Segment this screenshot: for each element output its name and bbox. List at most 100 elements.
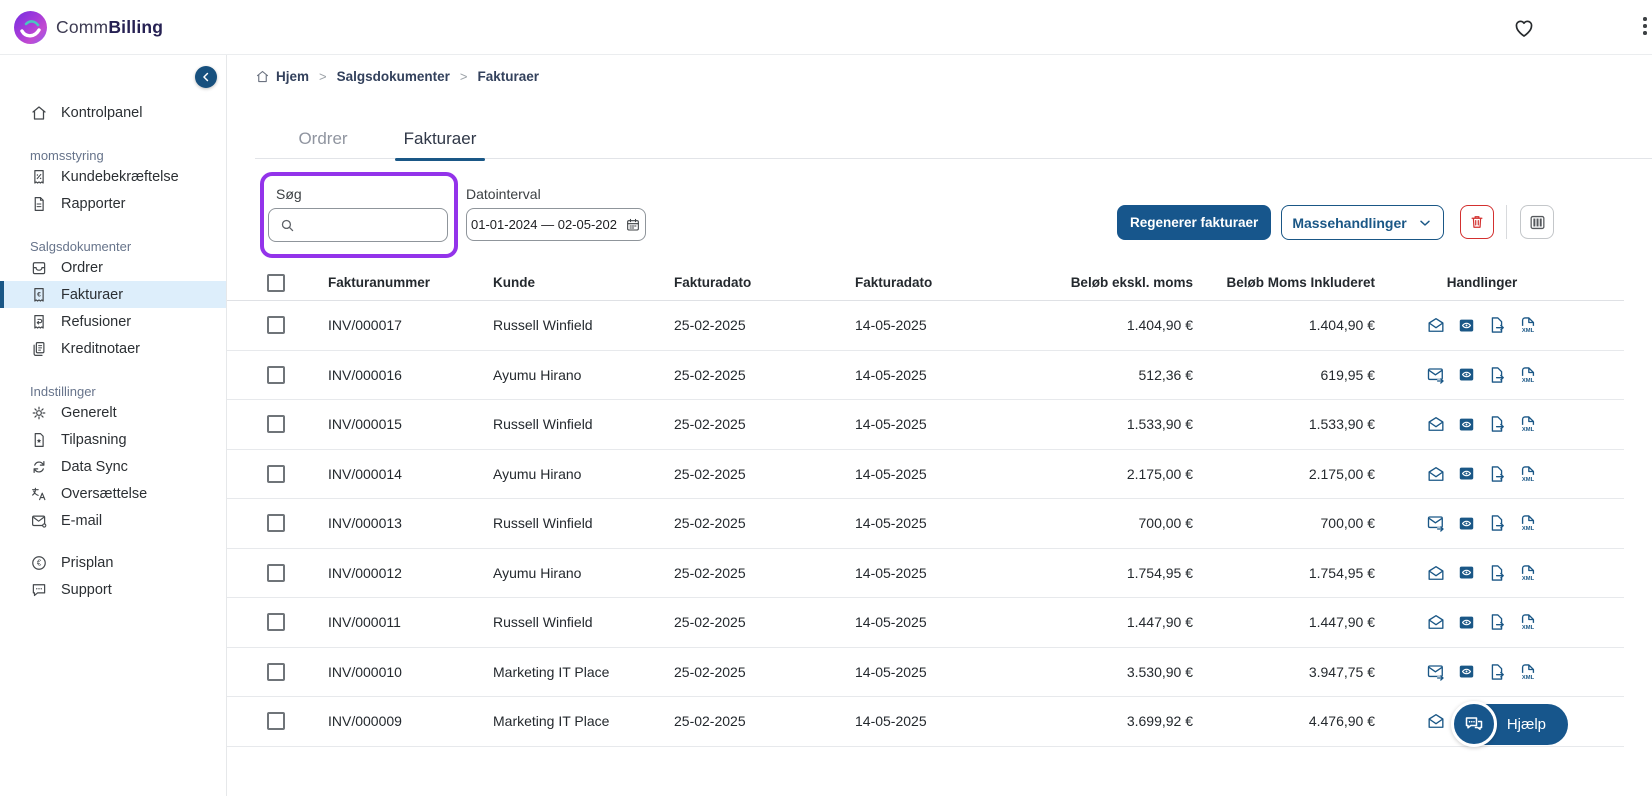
export-file-icon[interactable] — [1487, 563, 1507, 583]
sidebar-item-rapporter[interactable]: Rapporter — [0, 190, 226, 217]
column-settings-button[interactable] — [1520, 205, 1554, 239]
mail-sent-icon[interactable] — [1426, 365, 1446, 385]
sidebar-item-support[interactable]: Support — [0, 576, 226, 603]
invoice-euro-icon: € — [30, 286, 48, 304]
search-field[interactable] — [268, 208, 448, 242]
invoice-number: INV/000011 — [328, 614, 401, 631]
invoice-number: INV/000017 — [328, 317, 402, 334]
export-xml-icon[interactable]: XML — [1518, 662, 1538, 682]
sidebar-item-tilpasning[interactable]: Tilpasning — [0, 426, 226, 453]
row-checkbox[interactable] — [267, 662, 285, 681]
chat-bubbles-icon — [1450, 701, 1497, 747]
amount-incl-vat: 1.404,90 € — [1308, 317, 1375, 334]
invoice-number: INV/000016 — [328, 366, 402, 383]
export-xml-icon[interactable]: XML — [1518, 513, 1538, 533]
view-invoice-icon[interactable] — [1457, 415, 1476, 434]
mail-open-icon[interactable] — [1426, 711, 1446, 731]
sidebar-item-prisplan[interactable]: € Prisplan — [0, 549, 226, 576]
mail-sent-icon[interactable] — [1426, 662, 1446, 682]
row-checkbox[interactable] — [267, 316, 285, 335]
view-invoice-icon[interactable] — [1457, 563, 1476, 582]
invoice-date: 25-02-2025 — [674, 317, 746, 334]
export-file-icon[interactable] — [1487, 662, 1507, 682]
row-checkbox[interactable] — [267, 514, 285, 533]
bulk-actions-button[interactable]: Massehandlinger — [1281, 205, 1444, 240]
row-checkbox[interactable] — [267, 415, 285, 434]
export-xml-icon[interactable]: XML — [1518, 464, 1538, 484]
kebab-menu-icon[interactable] — [1642, 17, 1648, 38]
view-invoice-icon[interactable] — [1457, 662, 1476, 681]
sidebar-item-kontrolpanel[interactable]: Kontrolpanel — [0, 99, 226, 126]
customer-name: Russell Winfield — [493, 416, 593, 433]
export-xml-icon[interactable]: XML — [1518, 612, 1538, 632]
row-actions: XML — [1377, 612, 1587, 632]
sidebar-item-refusioner[interactable]: Refusioner — [0, 308, 226, 335]
table-row: INV/000016 Ayumu Hirano 25-02-2025 14-05… — [227, 351, 1624, 400]
column-header-beloeb-inkl: Beløb Moms Inkluderet — [1226, 275, 1375, 290]
select-all-checkbox[interactable] — [267, 273, 285, 292]
export-file-icon[interactable] — [1487, 414, 1507, 434]
export-file-icon[interactable] — [1487, 464, 1507, 484]
breadcrumb-salgsdokumenter[interactable]: Salgsdokumenter — [337, 69, 450, 84]
export-xml-icon[interactable]: XML — [1518, 315, 1538, 335]
mail-open-icon[interactable] — [1426, 464, 1446, 484]
orders-tray-icon — [30, 259, 48, 277]
row-checkbox[interactable] — [267, 613, 285, 632]
help-button[interactable]: Hjælp — [1450, 701, 1568, 747]
export-file-icon[interactable] — [1487, 365, 1507, 385]
view-invoice-icon[interactable] — [1457, 464, 1476, 483]
sidebar: Kontrolpanel momsstyring Kundebekræftels… — [0, 55, 227, 796]
sidebar-item-kreditnotaer[interactable]: Kreditnotaer — [0, 335, 226, 362]
sidebar-item-email[interactable]: E-mail — [0, 507, 226, 534]
mail-open-icon[interactable] — [1426, 315, 1446, 335]
sidebar-item-kundebekraeftelse[interactable]: Kundebekræftelse — [0, 163, 226, 190]
column-header-fakturadato: Fakturadato — [674, 275, 752, 290]
row-checkbox[interactable] — [267, 563, 285, 582]
gear-icon — [30, 404, 48, 422]
tab-fakturaer[interactable]: Fakturaer — [395, 119, 485, 161]
translate-icon — [30, 485, 48, 503]
date-range-field[interactable]: 01-01-2024 — 02-05-202 — [466, 208, 646, 241]
export-file-icon[interactable] — [1487, 612, 1507, 632]
export-xml-icon[interactable]: XML — [1518, 563, 1538, 583]
refund-receipt-icon — [30, 313, 48, 331]
sidebar-item-data-sync[interactable]: Data Sync — [0, 453, 226, 480]
date-range-value: 01-01-2024 — 02-05-202 — [471, 217, 617, 232]
sidebar-item-oversaettelse[interactable]: Oversættelse — [0, 480, 226, 507]
sidebar-collapse-button[interactable] — [195, 66, 217, 88]
export-xml-icon[interactable]: XML — [1518, 365, 1538, 385]
view-invoice-icon[interactable] — [1457, 613, 1476, 632]
table-columns-icon — [1528, 213, 1547, 232]
invoice-date: 25-02-2025 — [674, 663, 746, 680]
regenerate-invoices-button[interactable]: Regenerer fakturaer — [1117, 205, 1272, 240]
mail-open-icon[interactable] — [1426, 414, 1446, 434]
search-input[interactable] — [304, 217, 434, 233]
svg-text:XML: XML — [1522, 477, 1535, 483]
brand-logo[interactable]: CommBilling — [14, 10, 163, 44]
sidebar-item-ordrer[interactable]: Ordrer — [0, 254, 226, 281]
row-actions: XML — [1377, 464, 1587, 484]
column-header-beloeb-ekskl: Beløb ekskl. moms — [1070, 275, 1193, 290]
breadcrumb-hjem[interactable]: Hjem — [255, 69, 309, 84]
export-file-icon[interactable] — [1487, 513, 1507, 533]
delete-button[interactable] — [1460, 205, 1494, 239]
row-checkbox[interactable] — [267, 464, 285, 483]
amount-incl-vat: 1.754,95 € — [1308, 564, 1375, 581]
sidebar-item-generelt[interactable]: Generelt — [0, 399, 226, 426]
sidebar-item-fakturaer[interactable]: € Fakturaer — [0, 281, 226, 308]
view-invoice-icon[interactable] — [1457, 365, 1476, 384]
mail-sent-icon[interactable] — [1426, 513, 1446, 533]
view-invoice-icon[interactable] — [1457, 514, 1476, 533]
amount-incl-vat: 4.476,90 € — [1308, 713, 1375, 730]
tab-ordrer[interactable]: Ordrer — [275, 119, 371, 159]
row-checkbox[interactable] — [267, 712, 285, 731]
export-xml-icon[interactable]: XML — [1518, 414, 1538, 434]
export-file-icon[interactable] — [1487, 315, 1507, 335]
heart-icon[interactable] — [1512, 16, 1536, 40]
mail-open-icon[interactable] — [1426, 612, 1446, 632]
mail-open-icon[interactable] — [1426, 563, 1446, 583]
row-checkbox[interactable] — [267, 365, 285, 384]
view-invoice-icon[interactable] — [1457, 316, 1476, 335]
calendar-icon — [625, 217, 641, 233]
amount-incl-vat: 619,95 € — [1320, 366, 1376, 383]
